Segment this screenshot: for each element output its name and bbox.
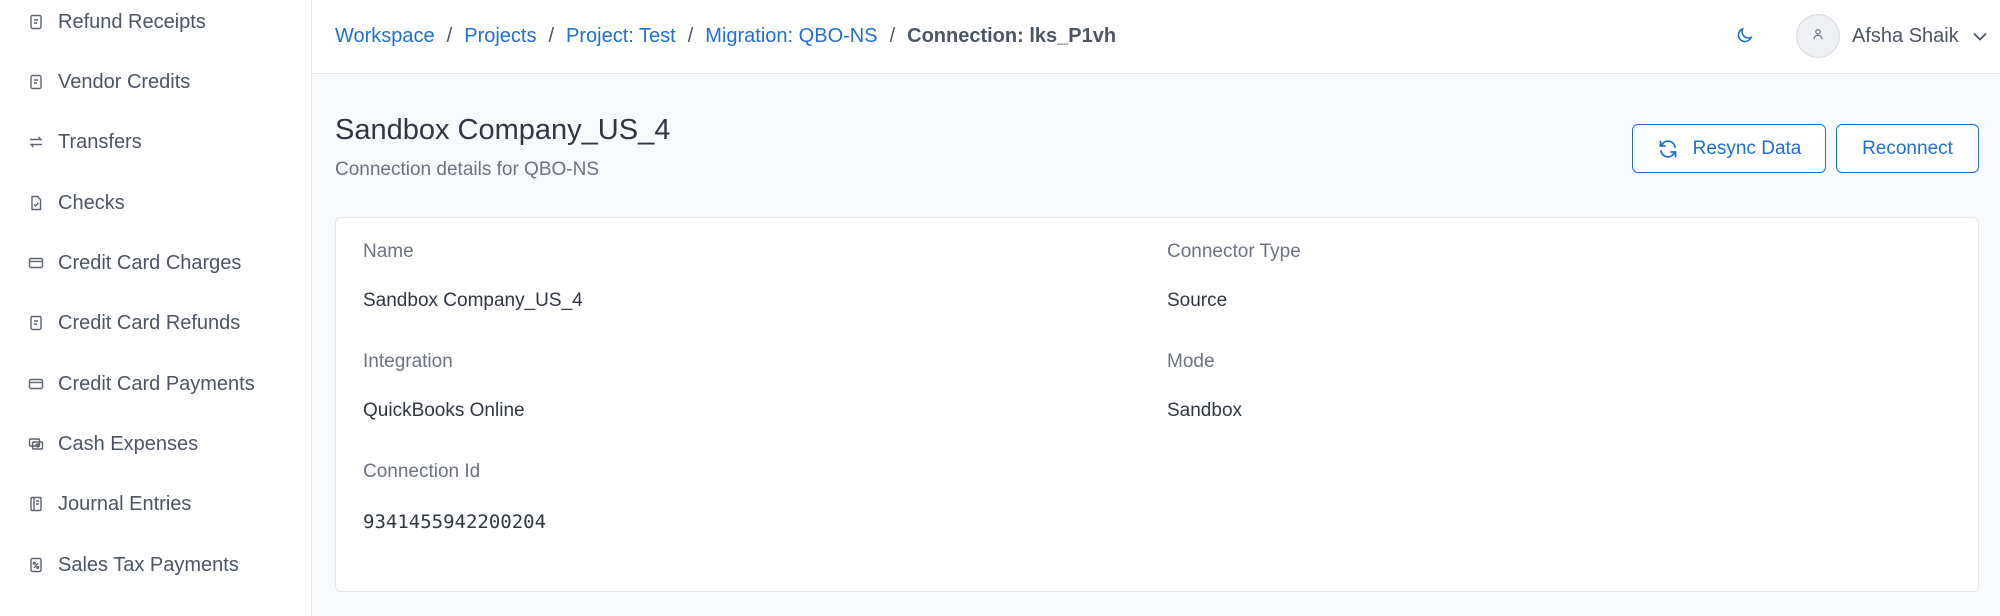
sidebar-item-vendor-credits[interactable]: Vendor Credits: [28, 62, 190, 102]
moon-icon[interactable]: [1735, 25, 1755, 45]
integration-label: Integration: [363, 351, 453, 372]
receipt-icon: [28, 14, 44, 30]
sidebar-item-credit-card-refunds[interactable]: Credit Card Refunds: [28, 303, 240, 343]
name-label: Name: [363, 241, 414, 262]
breadcrumb-separator: /: [548, 24, 555, 47]
refresh-icon: [1657, 138, 1679, 160]
sidebar-item-transfers[interactable]: Transfers: [28, 122, 142, 162]
user-menu[interactable]: Afsha Shaik: [1796, 13, 1989, 59]
connection-id-value: 9341455942200204: [363, 511, 547, 533]
mode-label: Mode: [1167, 351, 1215, 372]
sidebar-item-checks[interactable]: Checks: [28, 183, 125, 223]
sidebar-item-credit-card-charges[interactable]: Credit Card Charges: [28, 243, 241, 283]
reconnect-label: Reconnect: [1862, 137, 1953, 159]
breadcrumb-migration[interactable]: Migration: QBO-NS: [705, 25, 877, 48]
sidebar-item-label: Credit Card Charges: [58, 251, 242, 274]
breadcrumb-current: Connection: lks_P1vh: [907, 24, 1117, 47]
transfer-arrows-icon: [28, 134, 44, 150]
sidebar-item-sales-tax-payments[interactable]: Sales Tax Payments: [28, 545, 239, 585]
sidebar-item-label: Transfers: [58, 130, 142, 153]
journal-icon: [28, 496, 44, 512]
avatar: [1796, 14, 1840, 58]
sidebar-item-label: Sales Tax Payments: [58, 553, 239, 576]
tax-receipt-icon: [28, 557, 44, 573]
sidebar-item-cash-expenses[interactable]: Cash Expenses: [28, 424, 198, 464]
receipt-icon: [28, 315, 44, 331]
sidebar-item-label: Credit Card Refunds: [58, 311, 241, 334]
mode-value: Sandbox: [1167, 400, 1243, 421]
chevron-down-icon: [1971, 27, 1989, 45]
page-subtitle: Connection details for QBO-NS: [335, 159, 600, 180]
sidebar-item-label: Checks: [58, 191, 125, 214]
breadcrumb-separator: /: [687, 24, 694, 47]
resync-data-label: Resync Data: [1692, 137, 1802, 159]
sidebar-item-label: Vendor Credits: [58, 70, 191, 93]
connector-type-value: Source: [1167, 290, 1228, 311]
sidebar-item-credit-card-payments[interactable]: Credit Card Payments: [28, 364, 255, 404]
main-content: Workspace / Projects / Project: Test / M…: [312, 0, 2000, 616]
breadcrumb-workspace[interactable]: Workspace: [335, 25, 435, 48]
resync-data-button[interactable]: Resync Data: [1632, 124, 1826, 173]
connection-details-card: Name Sandbox Company_US_4 Connector Type…: [335, 217, 1979, 592]
sidebar: Refund Receipts Vendor Credits Transfers…: [0, 0, 312, 616]
cash-icon: [28, 436, 44, 452]
sidebar-item-label: Cash Expenses: [58, 432, 199, 455]
sidebar-item-refund-receipts[interactable]: Refund Receipts: [28, 2, 206, 42]
name-value: Sandbox Company_US_4: [363, 290, 583, 311]
credit-card-icon: [28, 255, 44, 271]
sidebar-item-label: Refund Receipts: [58, 10, 206, 33]
credit-card-icon: [28, 376, 44, 392]
reconnect-button[interactable]: Reconnect: [1836, 124, 1979, 173]
connection-id-label: Connection Id: [363, 461, 481, 482]
breadcrumb-separator: /: [446, 24, 453, 47]
user-icon: [1811, 27, 1825, 46]
sidebar-item-journal-entries[interactable]: Journal Entries: [28, 484, 191, 524]
receipt-icon: [28, 74, 44, 90]
breadcrumb-project[interactable]: Project: Test: [566, 25, 676, 48]
page-title: Sandbox Company_US_4: [335, 114, 671, 146]
breadcrumb-separator: /: [889, 24, 896, 47]
sidebar-item-label: Credit Card Payments: [58, 372, 255, 395]
connector-type-label: Connector Type: [1167, 241, 1301, 262]
check-document-icon: [28, 195, 44, 211]
top-bar: Workspace / Projects / Project: Test / M…: [312, 0, 2000, 74]
breadcrumb-projects[interactable]: Projects: [464, 25, 536, 48]
user-name: Afsha Shaik: [1852, 24, 1959, 47]
sidebar-item-label: Journal Entries: [58, 492, 192, 515]
integration-value: QuickBooks Online: [363, 400, 525, 421]
breadcrumb: Workspace / Projects / Project: Test / M…: [335, 0, 1116, 72]
